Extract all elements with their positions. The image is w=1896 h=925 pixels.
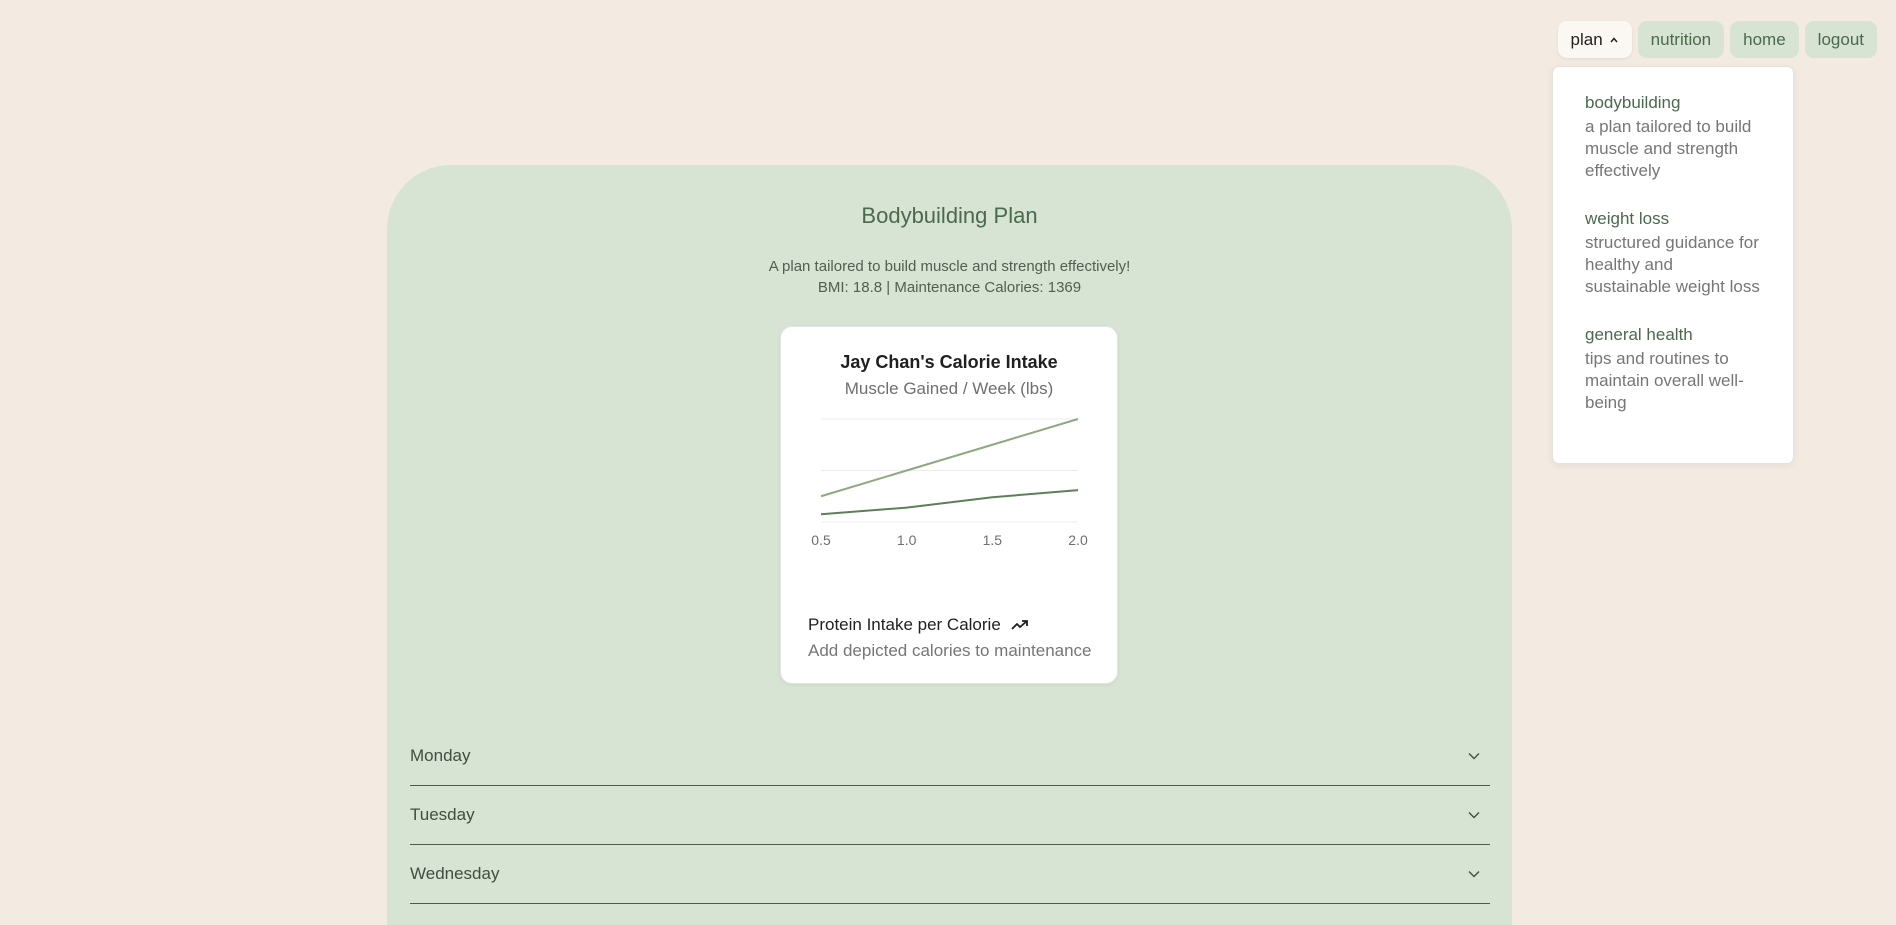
nav-plan-label: plan bbox=[1570, 29, 1603, 49]
dropdown-item-bodybuilding[interactable]: bodybuilding a plan tailored to build mu… bbox=[1585, 92, 1763, 182]
chevron-up-icon bbox=[1610, 36, 1618, 42]
calorie-line-chart: 0.5 1.0 1.5 2.0 bbox=[811, 418, 1088, 548]
plan-stats: BMI: 18.8 | Maintenance Calories: 1369 bbox=[817, 279, 1082, 296]
chart-subtitle: Muscle Gained / Week (lbs) bbox=[844, 379, 1054, 398]
x-tick-label: 2.0 bbox=[1068, 532, 1088, 548]
day-label: Wednesday bbox=[410, 864, 500, 883]
plan-description: A plan tailored to build muscle and stre… bbox=[768, 258, 1131, 275]
page-title: Bodybuilding Plan bbox=[861, 203, 1038, 228]
series-line-1 bbox=[820, 418, 1079, 498]
weekday-accordion: Monday Tuesday Wednesday bbox=[410, 727, 1490, 904]
dropdown-item-title: general health bbox=[1585, 325, 1693, 344]
dropdown-item-weight-loss[interactable]: weight loss structured guidance for heal… bbox=[1585, 208, 1763, 298]
chevron-down-icon bbox=[1468, 812, 1480, 819]
dropdown-item-title: bodybuilding bbox=[1585, 93, 1681, 112]
calorie-chart-card: Jay Chan's Calorie Intake Muscle Gained … bbox=[780, 326, 1118, 684]
chart-footer: Protein Intake per Calorie bbox=[808, 615, 1029, 635]
nav-nutrition-label: nutrition bbox=[1650, 29, 1712, 49]
chart-footer-label: Protein Intake per Calorie bbox=[808, 615, 1001, 634]
nav-plan-button[interactable]: plan bbox=[1557, 21, 1632, 58]
top-nav: plan nutrition home logout bbox=[1557, 21, 1877, 58]
x-tick-label: 0.5 bbox=[811, 532, 831, 548]
dropdown-item-description: tips and routines to maintain overall we… bbox=[1585, 349, 1744, 412]
day-label: Tuesday bbox=[410, 805, 475, 824]
accordion-row-monday[interactable]: Monday bbox=[410, 727, 1490, 786]
accordion-row-wednesday[interactable]: Wednesday bbox=[410, 845, 1490, 904]
nav-logout-button[interactable]: logout bbox=[1804, 21, 1877, 58]
trending-up-icon bbox=[1011, 620, 1028, 630]
plan-panel: Bodybuilding Plan A plan tailored to bui… bbox=[387, 165, 1512, 925]
chevron-down-icon bbox=[1468, 871, 1480, 878]
accordion-row-tuesday[interactable]: Tuesday bbox=[410, 786, 1490, 845]
plan-dropdown-menu: bodybuilding a plan tailored to build mu… bbox=[1552, 66, 1794, 464]
dropdown-item-general-health[interactable]: general health tips and routines to main… bbox=[1585, 324, 1763, 414]
dropdown-item-description: structured guidance for healthy and sust… bbox=[1585, 233, 1760, 296]
nav-logout-label: logout bbox=[1817, 29, 1864, 49]
dropdown-item-description: a plan tailored to build muscle and stre… bbox=[1585, 117, 1752, 180]
day-label: Monday bbox=[410, 746, 471, 765]
x-tick-label: 1.0 bbox=[897, 532, 917, 548]
plan-summary: A plan tailored to build muscle and stre… bbox=[387, 256, 1512, 298]
chart-title: Jay Chan's Calorie Intake bbox=[840, 352, 1058, 372]
chart-footer-note: Add depicted calories to maintenance bbox=[808, 641, 1092, 660]
nav-home-label: home bbox=[1743, 29, 1786, 49]
nav-home-button[interactable]: home bbox=[1730, 21, 1799, 58]
nav-nutrition-button[interactable]: nutrition bbox=[1637, 21, 1725, 58]
x-tick-label: 1.5 bbox=[983, 532, 1003, 548]
chevron-down-icon bbox=[1468, 753, 1480, 760]
series-line-2 bbox=[820, 489, 1079, 516]
dropdown-item-title: weight loss bbox=[1585, 209, 1670, 228]
